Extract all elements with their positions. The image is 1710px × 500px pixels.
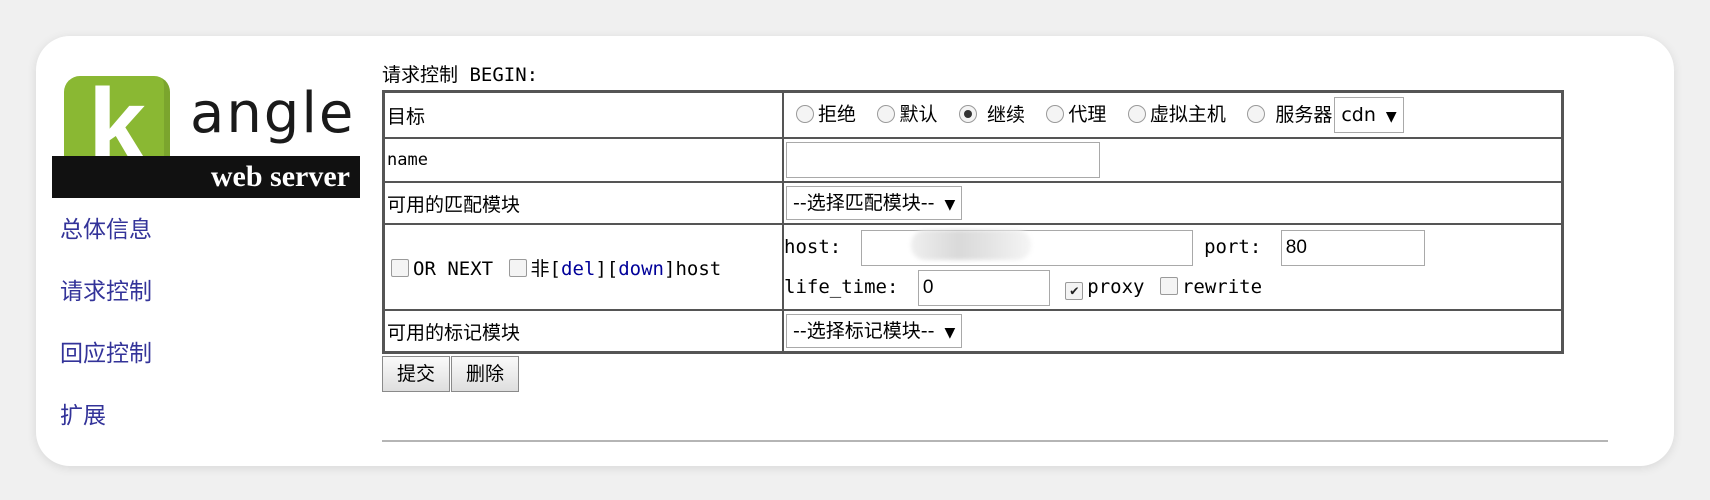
request-control-form: 请求控制 BEGIN: 目标 拒绝 默认 继续 代理 虚拟主机 服务器 cdn ▼ … — [382, 60, 1564, 392]
radio-proxy[interactable] — [1046, 104, 1065, 123]
radio-server[interactable] — [1247, 104, 1266, 123]
sidebar-item-response-control[interactable]: 回应控制 — [60, 339, 152, 401]
or-next-checkbox[interactable] — [391, 258, 409, 277]
proxy-checkbox[interactable]: ✔ — [1065, 282, 1084, 300]
target-label: 目标 — [382, 90, 784, 139]
match-type-host: host — [675, 257, 722, 280]
rewrite-checkbox[interactable] — [1159, 277, 1178, 295]
radio-label-virtual-host: 虚拟主机 — [1149, 103, 1226, 126]
name-label: name — [382, 137, 784, 183]
form-heading: 请求控制 BEGIN: — [382, 64, 539, 86]
radio-continue[interactable] — [958, 104, 977, 123]
target-options: 拒绝 默认 继续 代理 虚拟主机 服务器 cdn ▼ — [782, 90, 1564, 139]
radio-label-reject: 拒绝 — [818, 103, 857, 126]
mark-module-select[interactable]: --选择标记模块-- ▼ — [786, 314, 963, 348]
match-module-label: 可用的匹配模块 — [382, 181, 784, 225]
radio-virtual-host[interactable] — [1127, 104, 1146, 123]
proxy-label: proxy — [1087, 276, 1145, 298]
radio-label-continue: 继续 — [986, 103, 1025, 126]
server-select[interactable]: cdn ▼ — [1334, 97, 1404, 133]
life-time-line: life_time: ✔ proxy rewrite — [784, 267, 1561, 307]
del-link[interactable]: del — [561, 258, 595, 280]
rule-table: 目标 拒绝 默认 继续 代理 虚拟主机 服务器 cdn ▼ name 可用的匹配模块… — [382, 90, 1564, 354]
name-cell — [782, 137, 1564, 183]
life-time-label: life_time: — [784, 276, 899, 298]
name-input[interactable] — [786, 142, 1100, 178]
radio-label-proxy: 代理 — [1068, 103, 1107, 126]
match-module-select[interactable]: --选择匹配模块-- ▼ — [786, 186, 963, 220]
chevron-down-icon: ▼ — [944, 325, 956, 341]
chevron-down-icon: ▼ — [944, 197, 956, 213]
radio-label-server: 服务器 — [1275, 103, 1333, 126]
table-row: 可用的标记模块 --选择标记模块-- ▼ — [382, 309, 1564, 354]
match-row-controls: OR NEXT 非[del][down]host — [382, 223, 784, 311]
not-checkbox[interactable] — [508, 258, 527, 277]
sidebar-item-request-control[interactable]: 请求控制 — [60, 277, 152, 339]
match-row-fields: host: port: life_time: ✔ proxy rewrite — [782, 223, 1564, 311]
table-row: name — [382, 137, 1564, 183]
redacted-host-blur — [910, 229, 1031, 260]
match-module-select-value: --选择匹配模块-- — [793, 192, 935, 214]
radio-label-default: 默认 — [899, 103, 938, 126]
mark-module-label: 可用的标记模块 — [382, 309, 784, 354]
form-buttons: 提交 删除 — [382, 356, 1564, 392]
match-module-cell: --选择匹配模块-- ▼ — [782, 181, 1564, 225]
mark-module-cell: --选择标记模块-- ▼ — [782, 309, 1564, 354]
delete-button[interactable]: 删除 — [451, 356, 520, 392]
server-select-value: cdn — [1341, 104, 1376, 126]
port-label: port: — [1204, 236, 1262, 258]
kangle-logo: k angle web server — [52, 72, 360, 202]
check-icon: ✔ — [1070, 283, 1079, 299]
down-link[interactable]: down — [618, 258, 664, 280]
logo-wordmark: angle — [190, 81, 356, 146]
sidebar-nav: 总体信息 请求控制 回应控制 扩展 — [60, 215, 152, 463]
host-label: host: — [784, 236, 842, 258]
life-time-input[interactable] — [917, 269, 1050, 306]
radio-reject[interactable] — [796, 104, 814, 123]
logo-subtitle: web server — [210, 160, 350, 193]
radio-default[interactable] — [877, 104, 896, 123]
host-line: host: port: — [784, 227, 1561, 267]
or-next-label: OR NEXT — [413, 257, 494, 280]
submit-button[interactable]: 提交 — [382, 356, 451, 392]
table-row: 可用的匹配模块 --选择匹配模块-- ▼ — [382, 181, 1564, 225]
table-row: 目标 拒绝 默认 继续 代理 虚拟主机 服务器 cdn ▼ — [382, 90, 1564, 139]
table-row: OR NEXT 非[del][down]host host: port: lif… — [382, 223, 1564, 311]
divider — [382, 440, 1608, 442]
not-label: 非 — [530, 257, 550, 280]
port-input[interactable] — [1280, 229, 1425, 266]
mark-module-select-value: --选择标记模块-- — [793, 320, 935, 342]
sidebar-item-extensions[interactable]: 扩展 — [60, 401, 152, 463]
rewrite-label: rewrite — [1181, 276, 1263, 298]
logo-subtitle-bar: web server — [52, 156, 360, 198]
chevron-down-icon: ▼ — [1385, 109, 1397, 125]
sidebar-item-overview[interactable]: 总体信息 — [60, 215, 152, 277]
